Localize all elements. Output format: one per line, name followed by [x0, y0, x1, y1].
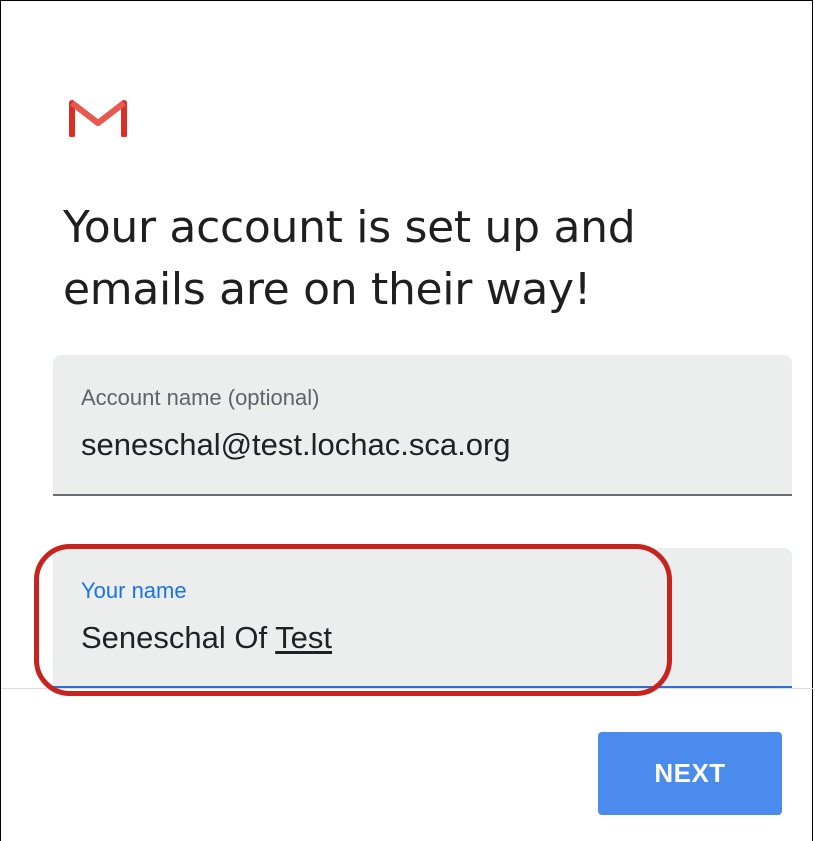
next-button[interactable]: NEXT: [598, 732, 782, 815]
your-name-field[interactable]: Your name Seneschal Of Test: [53, 548, 792, 689]
account-name-field[interactable]: Account name (optional) seneschal@test.l…: [53, 355, 792, 496]
your-name-value: Seneschal Of Test: [81, 620, 332, 656]
your-name-value-prefix: Seneschal Of: [81, 620, 276, 655]
your-name-label: Your name: [81, 578, 187, 603]
page-title: Your account is set up and emails are on…: [63, 202, 636, 315]
account-name-value: seneschal@test.lochac.sca.org: [81, 427, 511, 462]
gmail-logo-icon: [69, 99, 127, 138]
your-name-value-underlined: Test: [275, 620, 333, 655]
divider: [1, 688, 814, 689]
setup-screen: Your account is set up and emails are on…: [0, 0, 814, 841]
account-name-label: Account name (optional): [81, 385, 320, 410]
